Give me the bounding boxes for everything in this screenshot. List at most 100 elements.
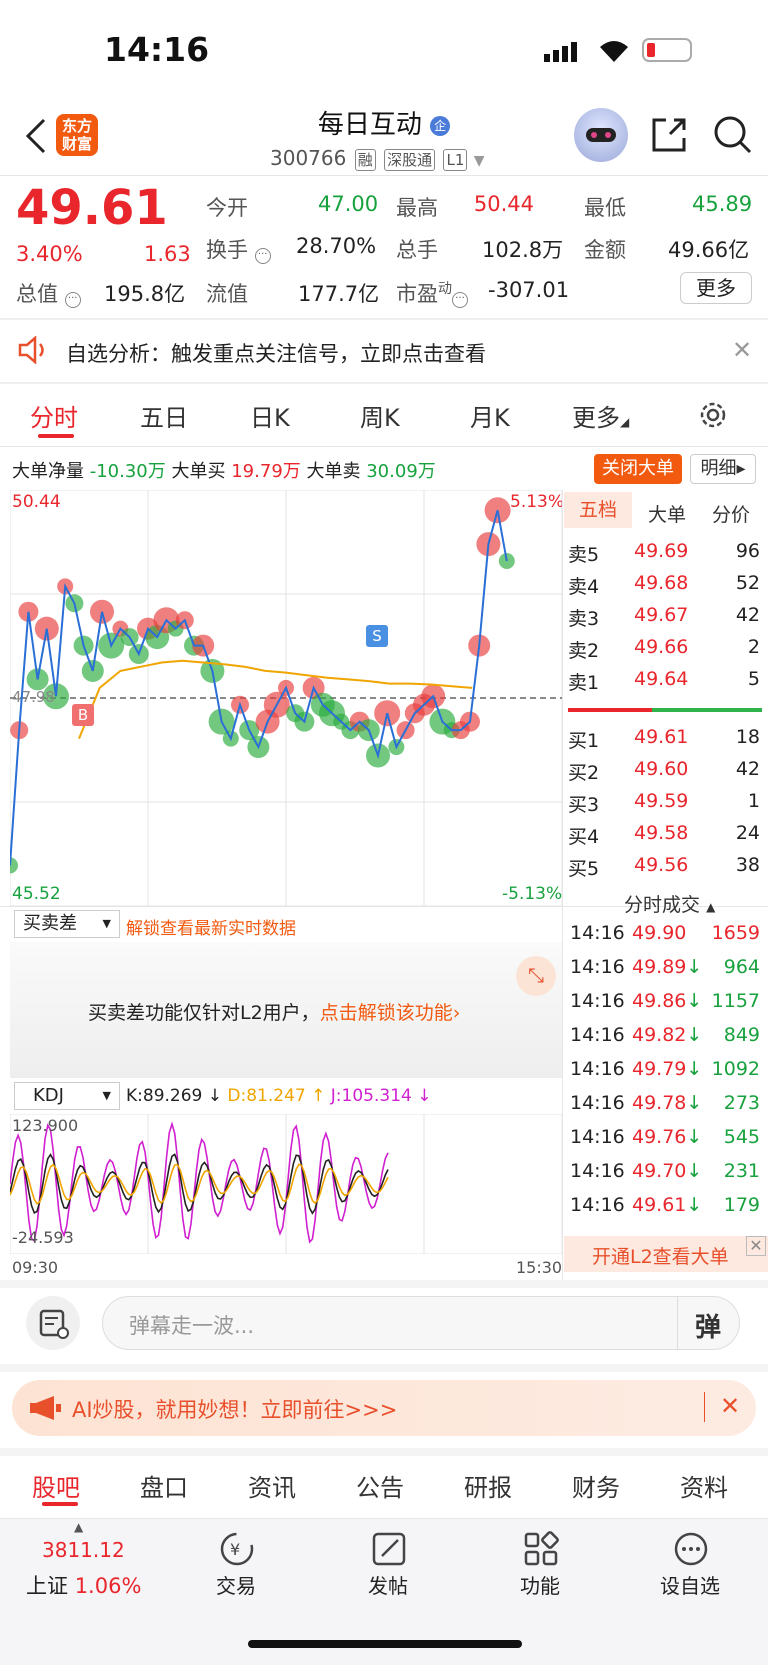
bottom-tab-indicator: [42, 1502, 78, 1506]
turnover-value: 28.70%: [296, 234, 377, 258]
danmu-settings-icon[interactable]: [26, 1296, 80, 1350]
buysell-message[interactable]: 买卖差功能仅针对L2用户，点击解锁该功能›: [88, 998, 460, 1025]
tab-guba[interactable]: 股吧: [32, 1468, 80, 1503]
ai-banner[interactable]: AI炒股，就用妙想！立即前往>>> ✕: [12, 1380, 756, 1436]
nav-function[interactable]: 功能: [500, 1570, 580, 1599]
post-icon[interactable]: [370, 1530, 408, 1572]
tab-monthly-k[interactable]: 月K: [470, 398, 510, 433]
nav-trade[interactable]: 交易: [196, 1570, 276, 1599]
tab-profile[interactable]: 资料: [680, 1468, 728, 1503]
mktcap-label: 总值 ···: [16, 278, 81, 308]
orderbook-tab-five[interactable]: 五档: [564, 492, 632, 528]
change-amount: 1.63: [144, 242, 191, 266]
time-end: 15:30: [516, 1258, 563, 1277]
prev-close-label: 47.98: [12, 688, 55, 706]
pct-axis-top: 5.13%: [510, 492, 565, 512]
status-time: 14:16: [104, 30, 210, 69]
danmu-toggle-button[interactable]: 弹: [695, 1307, 721, 1344]
intraday-chart[interactable]: [10, 490, 562, 906]
low-label: 最低: [584, 196, 626, 220]
danmu-input[interactable]: 弹幕走一波... 弹: [102, 1296, 740, 1350]
speaker-icon: [18, 335, 50, 368]
tab-news[interactable]: 资讯: [248, 1468, 296, 1503]
tag-margin: 融: [354, 149, 376, 171]
tab-daily-k[interactable]: 日K: [250, 398, 290, 433]
turnover-label: 换手 ···: [206, 234, 271, 264]
orderbook-tab-big[interactable]: 大单: [648, 500, 686, 527]
signal-icon: [544, 40, 584, 66]
kdj-max: 123.900: [12, 1116, 79, 1135]
settings-icon[interactable]: [698, 400, 728, 434]
watchlist-icon[interactable]: [672, 1530, 710, 1572]
function-icon[interactable]: [522, 1530, 560, 1572]
tab-intraday[interactable]: 分时: [30, 398, 78, 433]
index-value[interactable]: 3811.12: [42, 1538, 125, 1562]
tab-weekly-k[interactable]: 周K: [360, 398, 400, 433]
volume-value: 102.8万: [482, 238, 564, 262]
bid-ratio-bar: [652, 708, 762, 712]
tab-finance[interactable]: 财务: [572, 1468, 620, 1503]
low-value: 45.89: [692, 192, 753, 216]
time-start: 09:30: [12, 1258, 59, 1277]
tag-level: L1: [443, 149, 468, 171]
float-value: 177.7亿: [298, 282, 380, 306]
close-icon[interactable]: ✕: [732, 336, 752, 364]
buy-marker[interactable]: B: [72, 704, 94, 726]
caret-up-icon: ▲: [74, 1520, 84, 1534]
y-axis-bottom: 45.52: [12, 884, 61, 904]
stock-code-row[interactable]: 300766 融 深股通 L1 ▼: [270, 146, 485, 171]
orderbook-tab-price[interactable]: 分价: [712, 500, 750, 527]
tab-announcements[interactable]: 公告: [356, 1468, 404, 1503]
nav-add-watchlist[interactable]: 设自选: [650, 1570, 730, 1599]
info-icon[interactable]: ···: [452, 292, 468, 308]
unlock-link[interactable]: 解锁查看最新实时数据: [126, 914, 296, 939]
bigorder-row: 大单净量 -10.30万 大单买 19.79万 大单卖 30.09万: [12, 461, 436, 482]
kdj-d-line: [10, 1163, 389, 1205]
more-button[interactable]: 更多: [680, 272, 752, 304]
share-icon[interactable]: [650, 116, 688, 158]
ask-ratio-bar: [568, 708, 652, 712]
close-icon[interactable]: ✕: [746, 1236, 766, 1256]
expand-icon[interactable]: ⤡: [516, 956, 556, 996]
megaphone-icon: [30, 1396, 61, 1420]
notice-text[interactable]: 自选分析：触发重点关注信号，立即点击查看: [66, 338, 486, 368]
tag-connect: 深股通: [384, 149, 436, 171]
close-icon[interactable]: ✕: [720, 1392, 740, 1420]
battery-icon: [642, 38, 692, 62]
kdj-min: -24.593: [12, 1228, 74, 1247]
kdj-select[interactable]: KDJ ▼: [14, 1082, 120, 1110]
volume-label: 总手: [396, 238, 438, 262]
close-bigorder-button[interactable]: 关闭大单: [594, 454, 682, 484]
search-icon[interactable]: [712, 114, 754, 160]
home-indicator: [248, 1640, 522, 1648]
detail-button[interactable]: 明细▸: [690, 454, 756, 484]
nav-post[interactable]: 发帖: [348, 1570, 428, 1599]
buysell-select[interactable]: 买卖差 ▼: [14, 910, 120, 938]
stock-code: 300766: [270, 146, 347, 170]
robot-avatar-icon[interactable]: [574, 108, 628, 162]
info-icon[interactable]: ···: [64, 292, 81, 308]
info-icon[interactable]: ···: [254, 248, 271, 264]
svg-text:¥: ¥: [230, 1540, 240, 1559]
sell-marker[interactable]: S: [366, 625, 388, 647]
amount-value: 49.66亿: [668, 238, 750, 262]
index-info[interactable]: 上证 1.06%: [26, 1570, 141, 1600]
tab-five-day[interactable]: 五日: [140, 398, 188, 433]
y-axis-top: 50.44: [12, 492, 61, 512]
kdj-chart[interactable]: [10, 1114, 562, 1254]
float-label: 流值: [206, 282, 248, 306]
trade-icon[interactable]: ¥: [218, 1530, 256, 1572]
open-value: 47.00: [318, 192, 379, 216]
l2-banner[interactable]: 开通L2查看大单 ✕: [564, 1236, 768, 1272]
mktcap-value: 195.8亿: [104, 282, 186, 306]
chevron-down-icon: ▼: [473, 153, 485, 169]
trades-title[interactable]: 分时成交 ▲: [624, 890, 715, 917]
open-label: 今开: [206, 196, 248, 220]
enterprise-icon: 企: [430, 115, 451, 136]
tab-research[interactable]: 研报: [464, 1468, 512, 1503]
kdj-j-line: [10, 1121, 389, 1244]
kdj-values: K:89.269 ↓ D:81.247 ↑ J:105.314 ↓: [126, 1086, 432, 1106]
tab-pankou[interactable]: 盘口: [140, 1468, 188, 1503]
pe-label: 市盈动···: [396, 278, 468, 308]
tab-more[interactable]: 更多◢: [572, 398, 629, 433]
